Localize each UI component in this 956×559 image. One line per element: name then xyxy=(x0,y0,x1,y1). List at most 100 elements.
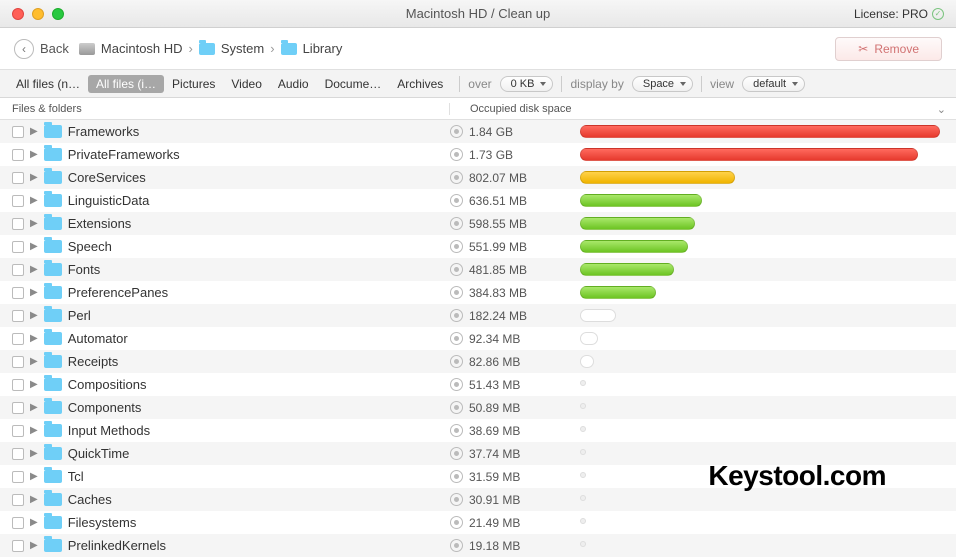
row-name: Components xyxy=(68,400,142,415)
disclosure-triangle-icon[interactable]: ▶ xyxy=(30,494,38,505)
table-row[interactable]: ▶Compositions51.43 MB xyxy=(0,373,956,396)
row-checkbox[interactable] xyxy=(12,241,24,253)
target-icon[interactable] xyxy=(450,286,463,299)
minimize-icon[interactable] xyxy=(32,8,44,20)
row-checkbox[interactable] xyxy=(12,218,24,230)
row-checkbox[interactable] xyxy=(12,402,24,414)
table-row[interactable]: ▶Extensions598.55 MB xyxy=(0,212,956,235)
table-row[interactable]: ▶CoreServices802.07 MB xyxy=(0,166,956,189)
target-icon[interactable] xyxy=(450,148,463,161)
filter-tab[interactable]: All files (i… xyxy=(88,75,164,93)
table-row[interactable]: ▶Receipts82.86 MB xyxy=(0,350,956,373)
table-row[interactable]: ▶Filesystems21.49 MB xyxy=(0,511,956,534)
target-icon[interactable] xyxy=(450,355,463,368)
table-row[interactable]: ▶LinguisticData636.51 MB xyxy=(0,189,956,212)
target-icon[interactable] xyxy=(450,401,463,414)
disclosure-triangle-icon[interactable]: ▶ xyxy=(30,425,38,436)
row-checkbox[interactable] xyxy=(12,448,24,460)
disclosure-triangle-icon[interactable]: ▶ xyxy=(30,333,38,344)
target-icon[interactable] xyxy=(450,309,463,322)
row-checkbox[interactable] xyxy=(12,494,24,506)
row-checkbox[interactable] xyxy=(12,540,24,552)
filter-tab[interactable]: Archives xyxy=(389,75,451,93)
disclosure-triangle-icon[interactable]: ▶ xyxy=(30,402,38,413)
table-row[interactable]: ▶Speech551.99 MB xyxy=(0,235,956,258)
disclosure-triangle-icon[interactable]: ▶ xyxy=(30,264,38,275)
disclosure-triangle-icon[interactable]: ▶ xyxy=(30,540,38,551)
table-row[interactable]: ▶PrelinkedKernels19.18 MB xyxy=(0,534,956,557)
filter-tab[interactable]: Audio xyxy=(270,75,317,93)
disclosure-triangle-icon[interactable]: ▶ xyxy=(30,356,38,367)
table-row[interactable]: ▶Components50.89 MB xyxy=(0,396,956,419)
disclosure-triangle-icon[interactable]: ▶ xyxy=(30,195,38,206)
disclosure-triangle-icon[interactable]: ▶ xyxy=(30,126,38,137)
disclosure-triangle-icon[interactable]: ▶ xyxy=(30,218,38,229)
table-row[interactable]: ▶Perl182.24 MB xyxy=(0,304,956,327)
column-space[interactable]: Occupied disk space ⌄ xyxy=(450,103,956,115)
over-select[interactable]: 0 KB xyxy=(500,76,554,92)
disclosure-triangle-icon[interactable]: ▶ xyxy=(30,448,38,459)
row-checkbox[interactable] xyxy=(12,356,24,368)
target-icon[interactable] xyxy=(450,378,463,391)
target-icon[interactable] xyxy=(450,470,463,483)
table-row[interactable]: ▶Frameworks1.84 GB xyxy=(0,120,956,143)
disclosure-triangle-icon[interactable]: ▶ xyxy=(30,172,38,183)
disclosure-triangle-icon[interactable]: ▶ xyxy=(30,149,38,160)
target-icon[interactable] xyxy=(450,171,463,184)
table-row[interactable]: ▶Automator92.34 MB xyxy=(0,327,956,350)
file-list[interactable]: ▶Frameworks1.84 GB▶PrivateFrameworks1.73… xyxy=(0,120,956,559)
row-checkbox[interactable] xyxy=(12,195,24,207)
filter-tab[interactable]: Docume… xyxy=(317,75,390,93)
target-icon[interactable] xyxy=(450,332,463,345)
row-checkbox[interactable] xyxy=(12,425,24,437)
filter-tab[interactable]: Video xyxy=(223,75,269,93)
folder-icon xyxy=(44,493,62,506)
target-icon[interactable] xyxy=(450,263,463,276)
target-icon[interactable] xyxy=(450,447,463,460)
close-icon[interactable] xyxy=(12,8,24,20)
filter-tab[interactable]: Pictures xyxy=(164,75,223,93)
row-checkbox[interactable] xyxy=(12,333,24,345)
table-row[interactable]: ▶Fonts481.85 MB xyxy=(0,258,956,281)
row-checkbox[interactable] xyxy=(12,287,24,299)
target-icon[interactable] xyxy=(450,240,463,253)
row-checkbox[interactable] xyxy=(12,149,24,161)
row-checkbox[interactable] xyxy=(12,471,24,483)
target-icon[interactable] xyxy=(450,493,463,506)
disclosure-triangle-icon[interactable]: ▶ xyxy=(30,517,38,528)
column-files[interactable]: Files & folders xyxy=(0,103,450,115)
disclosure-triangle-icon[interactable]: ▶ xyxy=(30,379,38,390)
row-checkbox[interactable] xyxy=(12,310,24,322)
breadcrumb-item[interactable]: Library xyxy=(303,41,343,56)
table-row[interactable]: ▶PreferencePanes384.83 MB xyxy=(0,281,956,304)
row-checkbox[interactable] xyxy=(12,379,24,391)
table-row[interactable]: ▶Caches30.91 MB xyxy=(0,488,956,511)
view-select[interactable]: default xyxy=(742,76,805,92)
table-row[interactable]: ▶Tcl31.59 MB xyxy=(0,465,956,488)
table-row[interactable]: ▶QuickTime37.74 MB xyxy=(0,442,956,465)
disclosure-triangle-icon[interactable]: ▶ xyxy=(30,471,38,482)
table-row[interactable]: ▶PrivateFrameworks1.73 GB xyxy=(0,143,956,166)
target-icon[interactable] xyxy=(450,194,463,207)
target-icon[interactable] xyxy=(450,217,463,230)
display-by-select[interactable]: Space xyxy=(632,76,693,92)
disclosure-triangle-icon[interactable]: ▶ xyxy=(30,241,38,252)
table-row[interactable]: ▶Input Methods38.69 MB xyxy=(0,419,956,442)
target-icon[interactable] xyxy=(450,424,463,437)
row-checkbox[interactable] xyxy=(12,517,24,529)
remove-button[interactable]: ✂ Remove xyxy=(835,37,942,61)
disclosure-triangle-icon[interactable]: ▶ xyxy=(30,287,38,298)
row-checkbox[interactable] xyxy=(12,264,24,276)
back-button[interactable]: ‹ Back xyxy=(14,39,69,59)
target-icon[interactable] xyxy=(450,125,463,138)
filter-tab[interactable]: All files (n… xyxy=(8,75,88,93)
breadcrumb-item[interactable]: Macintosh HD xyxy=(101,41,183,56)
row-checkbox[interactable] xyxy=(12,126,24,138)
target-icon[interactable] xyxy=(450,539,463,552)
breadcrumb-item[interactable]: System xyxy=(221,41,264,56)
target-icon[interactable] xyxy=(450,516,463,529)
row-checkbox[interactable] xyxy=(12,172,24,184)
disclosure-triangle-icon[interactable]: ▶ xyxy=(30,310,38,321)
zoom-icon[interactable] xyxy=(52,8,64,20)
row-size: 38.69 MB xyxy=(469,424,520,438)
